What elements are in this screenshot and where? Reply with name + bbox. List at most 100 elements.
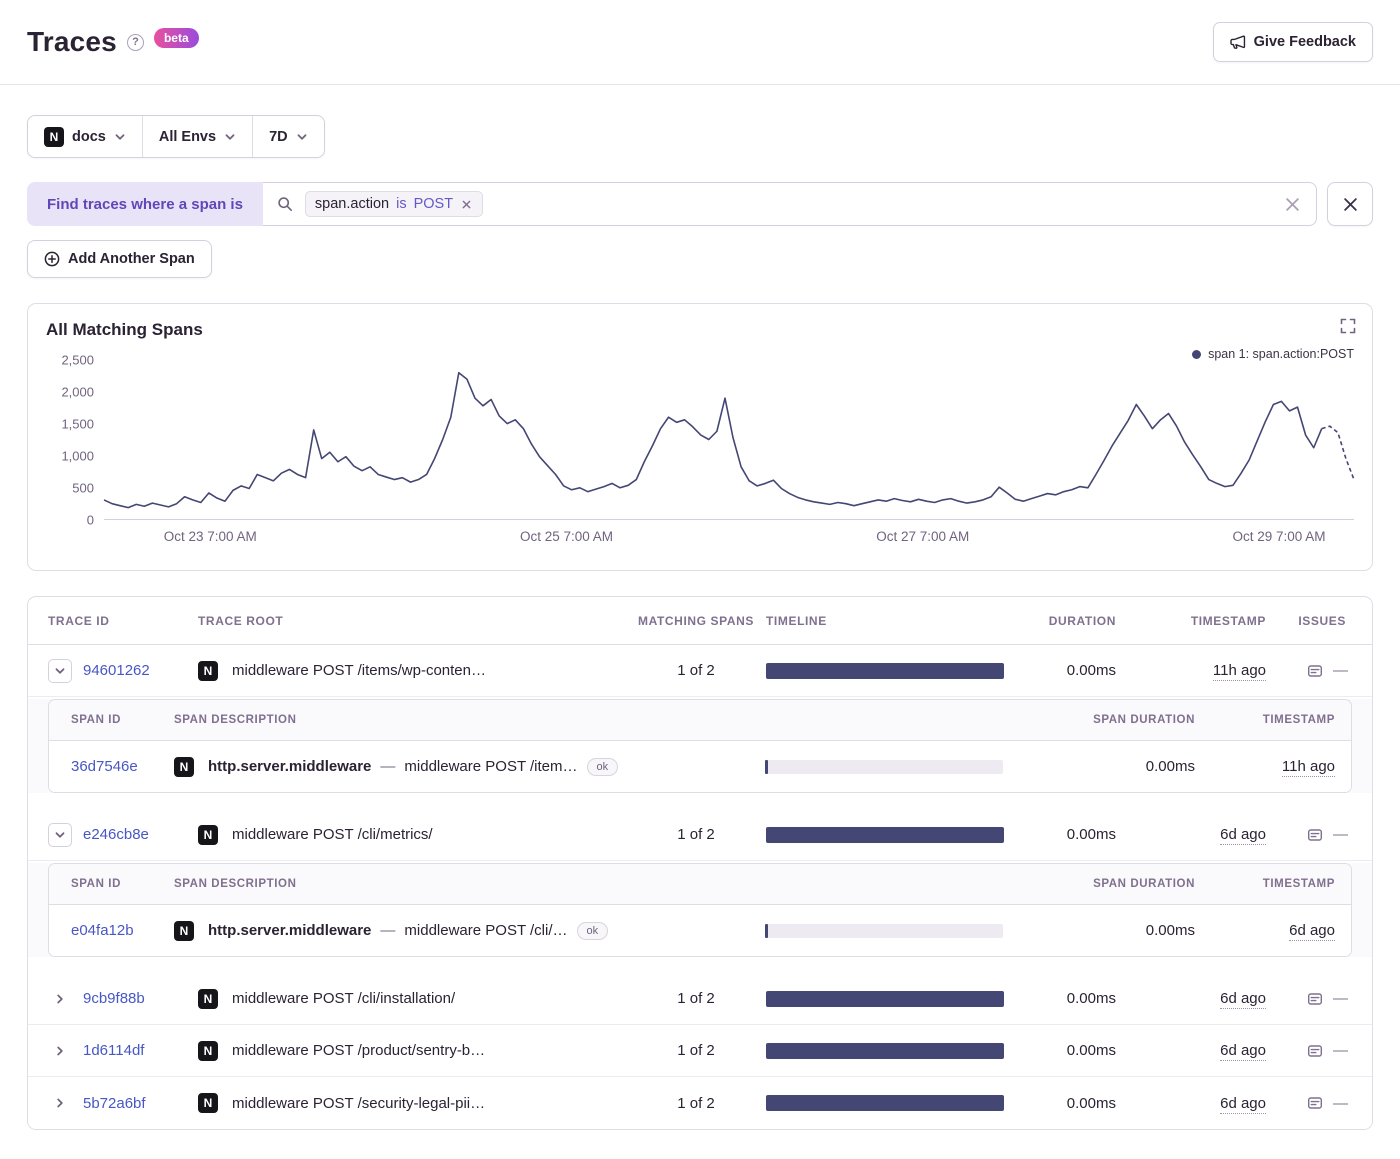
issues-empty-dash: — (1333, 1042, 1348, 1059)
title-group: Traces ? beta (27, 26, 199, 58)
col-span-timestamp: TIMESTAMP (1262, 714, 1335, 726)
span-subtable: SPAN ID SPAN DESCRIPTION SPAN DURATION T… (48, 863, 1352, 957)
timestamp-value[interactable]: 6d ago (1220, 1042, 1266, 1061)
trace-row[interactable]: e246cb8e N middleware POST /cli/metrics/… (28, 809, 1372, 861)
col-timeline: TIMELINE (766, 613, 827, 628)
find-traces-label: Find traces where a span is (27, 182, 263, 226)
trace-row[interactable]: 94601262 N middleware POST /items/wp-con… (28, 645, 1372, 697)
span-search-row: Find traces where a span is span.action … (27, 182, 1373, 226)
fullscreen-icon[interactable] (1340, 318, 1356, 337)
trace-id-link[interactable]: 5b72a6bf (83, 1095, 146, 1112)
span-timeline-bar[interactable] (765, 759, 1003, 774)
date-range-filter-label: 7D (269, 128, 288, 145)
y-tick-label: 1,000 (61, 448, 94, 464)
timestamp-value[interactable]: 6d ago (1220, 990, 1266, 1009)
legend-series-label: span 1: span.action:POST (1208, 347, 1354, 361)
timeline-bar[interactable] (766, 1042, 1004, 1059)
trace-root-text: middleware POST /cli/metrics/ (232, 826, 433, 843)
span-description: middleware POST /cli/… (404, 922, 568, 939)
environment-filter[interactable]: All Envs (143, 116, 254, 157)
page-content: N docs All Envs 7D Find traces where a s… (0, 85, 1400, 1130)
token-remove-button[interactable] (460, 198, 473, 211)
issues-cell: — (1266, 826, 1352, 843)
search-token[interactable]: span.action is POST (304, 191, 484, 217)
timeline-bar[interactable] (766, 662, 1004, 679)
trace-row[interactable]: 1d6114df N middleware POST /product/sent… (28, 1025, 1372, 1077)
span-operation: http.server.middleware (208, 758, 372, 775)
span-search-input[interactable]: span.action is POST (262, 182, 1317, 226)
chart-legend: span 1: span.action:POST (1192, 347, 1354, 361)
matching-spans-value: 1 of 2 (677, 662, 715, 679)
span-duration-value: 0.00ms (1145, 758, 1195, 775)
trace-row[interactable]: 9cb9f88b N middleware POST /cli/installa… (28, 973, 1372, 1025)
token-key: span.action (314, 196, 390, 212)
span-row[interactable]: 36d7546e N http.server.middleware — midd… (49, 741, 1351, 792)
span-id-link[interactable]: 36d7546e (71, 758, 138, 775)
project-icon: N (174, 756, 194, 777)
span-row[interactable]: e04fa12b N http.server.middleware — midd… (49, 905, 1351, 956)
legend-series-dot (1192, 349, 1202, 359)
separator-dash: — (380, 758, 396, 775)
span-id-link[interactable]: e04fa12b (71, 922, 134, 939)
spans-line-chart (104, 360, 1354, 519)
trace-row[interactable]: 5b72a6bf N middleware POST /security-leg… (28, 1077, 1372, 1129)
table-row-group: e246cb8e N middleware POST /cli/metrics/… (28, 809, 1372, 957)
x-tick-label: Oct 23 7:00 AM (163, 529, 257, 544)
span-duration-value: 0.00ms (1145, 922, 1195, 939)
trace-id-link[interactable]: e246cb8e (83, 826, 149, 843)
col-span-id: SPAN ID (71, 878, 121, 890)
project-filter[interactable]: N docs (28, 116, 143, 157)
trace-root-text: middleware POST /security-legal-pii… (232, 1094, 486, 1112)
issues-empty-dash: — (1333, 662, 1348, 679)
span-duration-sliver (765, 759, 768, 774)
status-badge: ok (586, 757, 619, 776)
col-timestamp: TIMESTAMP (1190, 613, 1266, 628)
timeline-bar[interactable] (766, 826, 1004, 843)
y-tick-label: 500 (72, 480, 94, 496)
close-icon (1343, 197, 1357, 211)
give-feedback-button[interactable]: Give Feedback (1212, 22, 1373, 62)
project-icon: N (44, 126, 64, 147)
help-icon[interactable]: ? (126, 33, 144, 51)
trace-id-link[interactable]: 9cb9f88b (83, 990, 145, 1007)
span-subtable-header: SPAN ID SPAN DESCRIPTION SPAN DURATION T… (49, 700, 1351, 741)
timestamp-value[interactable]: 6d ago (1220, 1094, 1266, 1114)
chart-x-axis: Oct 23 7:00 AM Oct 25 7:00 AM Oct 27 7:00 … (104, 529, 1354, 549)
add-another-span-button[interactable]: Add Another Span (27, 240, 212, 278)
span-subtable-wrap: SPAN ID SPAN DESCRIPTION SPAN DURATION T… (28, 699, 1372, 793)
timestamp-value[interactable]: 11h ago (1212, 662, 1266, 681)
span-subtable: SPAN ID SPAN DESCRIPTION SPAN DURATION T… (48, 699, 1352, 793)
chart-plot-area[interactable] (104, 360, 1354, 520)
status-badge: ok (576, 921, 609, 940)
expand-chevron[interactable] (48, 658, 72, 683)
trace-root-text: middleware POST /items/wp-conten… (232, 662, 486, 679)
date-range-filter[interactable]: 7D (253, 116, 324, 157)
project-icon: N (198, 988, 218, 1009)
trace-id-link[interactable]: 94601262 (83, 662, 150, 679)
y-tick-label: 2,500 (61, 352, 94, 368)
project-filter-label: docs (72, 128, 106, 145)
search-clear-button[interactable] (1283, 195, 1302, 214)
duration-value: 0.00ms (1066, 826, 1116, 843)
timeline-bar[interactable] (766, 990, 1004, 1007)
timestamp-value[interactable]: 6d ago (1220, 826, 1266, 845)
span-timestamp-value[interactable]: 11h ago (1281, 758, 1335, 777)
span-timestamp-value[interactable]: 6d ago (1289, 922, 1335, 941)
project-icon: N (198, 824, 218, 845)
traces-table-header: TRACE ID TRACE ROOT MATCHING SPANS TIMEL… (28, 597, 1372, 645)
expand-chevron[interactable] (48, 1091, 72, 1115)
token-value: POST (413, 196, 454, 212)
duration-value: 0.00ms (1066, 990, 1116, 1007)
chevron-down-icon (224, 131, 236, 143)
col-span-timestamp: TIMESTAMP (1262, 878, 1335, 890)
expand-chevron[interactable] (48, 986, 72, 1011)
trace-id-link[interactable]: 1d6114df (83, 1042, 144, 1059)
y-tick-label: 2,000 (61, 384, 94, 400)
token-operator: is (396, 196, 407, 212)
expand-chevron[interactable] (48, 1038, 72, 1063)
timeline-bar[interactable] (766, 1095, 1004, 1111)
col-matching-spans: MATCHING SPANS (638, 613, 754, 628)
expand-chevron[interactable] (48, 822, 72, 847)
span-timeline-bar[interactable] (765, 923, 1003, 938)
remove-span-filter-button[interactable] (1327, 182, 1373, 226)
